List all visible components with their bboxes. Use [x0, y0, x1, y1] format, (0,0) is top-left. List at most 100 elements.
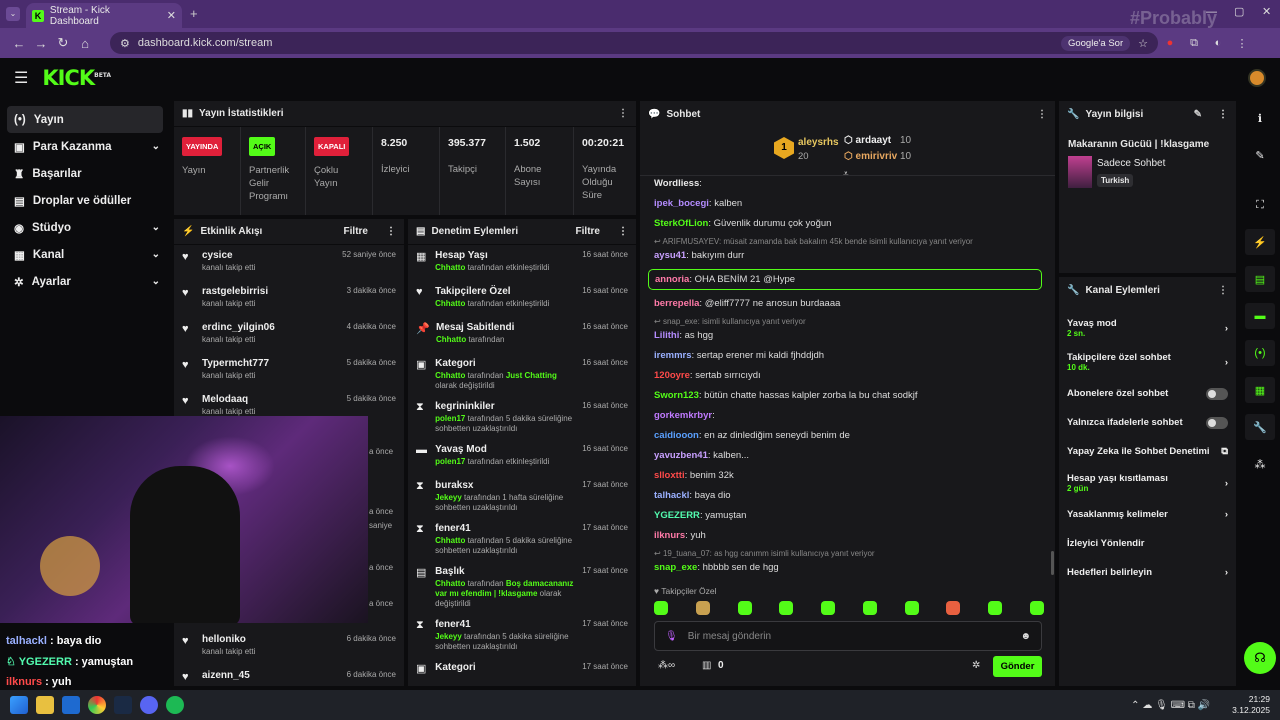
- document-icon[interactable]: ▤: [1245, 266, 1275, 292]
- sidebar-item-basarilar[interactable]: ♜ Başarılar: [0, 160, 170, 187]
- channel-action-row[interactable]: Hesap yaşı kısıtlaması 2 gün ›: [1059, 466, 1236, 500]
- chat-username[interactable]: 120oyre: [654, 370, 690, 381]
- more-options-icon[interactable]: ⋮: [1037, 109, 1047, 120]
- emote-icon[interactable]: [779, 601, 794, 615]
- mod-actor[interactable]: Chhatto: [435, 579, 465, 588]
- forward-icon[interactable]: →: [30, 36, 52, 51]
- leader-name[interactable]: ardaayt: [856, 135, 892, 146]
- emote-icon[interactable]: [862, 601, 877, 615]
- feed-user[interactable]: cysice: [202, 250, 255, 261]
- emote-icon[interactable]: [695, 601, 710, 615]
- channel-action-row[interactable]: Yalnızca ifadelerle sohbet: [1059, 408, 1236, 437]
- url-input[interactable]: ⚙ dashboard.kick.com/stream Google'a Sor…: [110, 32, 1158, 54]
- file-explorer-icon[interactable]: [36, 696, 54, 714]
- chat-username[interactable]: iremmrs: [654, 350, 692, 361]
- close-window-icon[interactable]: ✕: [1262, 5, 1271, 18]
- emote-icon[interactable]: [946, 601, 961, 615]
- channel-action-row[interactable]: Yasaklanmış kelimeler ›: [1059, 500, 1236, 529]
- maximize-icon[interactable]: ▢: [1234, 5, 1244, 18]
- hamburger-menu-icon[interactable]: ☰: [14, 68, 28, 88]
- channel-action-row[interactable]: Abonelere özel sohbet: [1059, 379, 1236, 408]
- chat-username[interactable]: aysu41: [654, 250, 686, 261]
- microphone-icon[interactable]: 🎙: [665, 631, 678, 642]
- chrome-icon[interactable]: [88, 696, 106, 714]
- steam-icon[interactable]: [114, 696, 132, 714]
- edit-icon[interactable]: ✎: [1245, 142, 1275, 168]
- new-tab-icon[interactable]: +: [190, 6, 198, 21]
- emote-icon[interactable]: [737, 601, 752, 615]
- feed-user[interactable]: helloniko: [202, 634, 255, 645]
- bookmark-icon[interactable]: ☆: [1138, 37, 1148, 50]
- back-icon[interactable]: ←: [8, 36, 30, 51]
- leader-name[interactable]: emirivriv: [856, 151, 898, 162]
- tab-menu-icon[interactable]: ⌄: [6, 7, 20, 21]
- browser-menu-icon[interactable]: ⋮: [1230, 37, 1254, 50]
- extension-icon[interactable]: ●: [1158, 37, 1182, 49]
- send-button[interactable]: Gönder: [993, 656, 1042, 677]
- feed-user[interactable]: Melodaaq: [202, 394, 255, 405]
- toggle-switch[interactable]: [1206, 416, 1228, 429]
- mod-actor[interactable]: Chhatto: [435, 536, 465, 545]
- discord-icon[interactable]: [140, 696, 158, 714]
- chat-scrollbar[interactable]: [1051, 551, 1054, 575]
- channel-action-row[interactable]: İzleyici Yönlendir: [1059, 529, 1236, 558]
- chat-username[interactable]: yavuzben41: [654, 450, 708, 461]
- chat-username[interactable]: Sworn123: [654, 390, 699, 401]
- emote-icon[interactable]: [821, 601, 836, 615]
- mod-actor[interactable]: Jekeyy: [435, 493, 462, 502]
- channel-action-row[interactable]: Yapay Zeka ile Sohbet Denetimi ⧉: [1059, 437, 1236, 466]
- emote-icon[interactable]: [1029, 601, 1044, 615]
- mod-actor[interactable]: polen17: [435, 414, 465, 423]
- chat-username[interactable]: slloxtti: [654, 470, 685, 481]
- feed-user[interactable]: erdinc_yilgin06: [202, 322, 275, 333]
- broadcast-icon[interactable]: (•): [1245, 340, 1275, 366]
- points-icon[interactable]: ⁂∞: [658, 660, 675, 671]
- mod-actor[interactable]: Chhatto: [435, 299, 465, 308]
- chat-username[interactable]: annoria: [655, 274, 689, 285]
- mod-actor[interactable]: Chhatto: [435, 263, 465, 272]
- chat-username[interactable]: SterkOfLion: [654, 218, 708, 229]
- chat-username[interactable]: ilknurs: [654, 530, 685, 541]
- layout-icon[interactable]: ▦: [1245, 377, 1275, 403]
- sidebar-item-ayarlar[interactable]: ✲ Ayarlar ⌄: [0, 268, 170, 295]
- mod-actor[interactable]: Chhatto: [436, 335, 466, 344]
- add-panel-icon[interactable]: ⁂: [1245, 451, 1275, 477]
- chat-username[interactable]: Lilithi: [654, 330, 679, 341]
- chat-icon[interactable]: ▬: [1245, 303, 1275, 329]
- feed-user[interactable]: Typermcht777: [202, 358, 269, 369]
- emote-icon[interactable]: [654, 601, 668, 615]
- filter-button[interactable]: Filtre: [576, 226, 600, 237]
- minimize-icon[interactable]: —: [1206, 6, 1217, 18]
- chat-username[interactable]: YGEZERR: [654, 510, 700, 521]
- chat-username[interactable]: talhackl: [654, 490, 689, 501]
- more-options-icon[interactable]: ⋮: [1218, 285, 1228, 296]
- channel-action-row[interactable]: Hedefleri belirleyin ›: [1059, 558, 1236, 587]
- leader-name[interactable]: aleysrhs: [798, 137, 839, 148]
- sidebar-item-kanal[interactable]: ▦ Kanal ⌄: [0, 241, 170, 268]
- wrench-icon[interactable]: 🔧: [1245, 414, 1275, 440]
- chat-username[interactable]: berrepella: [654, 298, 699, 309]
- site-info-icon[interactable]: ⚙: [120, 37, 130, 50]
- clock[interactable]: 21:29 3.12.2025: [1232, 694, 1270, 716]
- google-search-chip[interactable]: Google'a Sor: [1060, 35, 1131, 51]
- fullscreen-icon[interactable]: ⛶: [1245, 192, 1275, 218]
- profile-avatar-icon[interactable]: ◐: [1206, 37, 1230, 49]
- feed-user[interactable]: aizenn_45: [202, 670, 250, 681]
- more-options-icon[interactable]: ⋮: [618, 226, 628, 237]
- chat-username[interactable]: snap_exe: [654, 562, 697, 573]
- tray-icons[interactable]: ⌃ ☁ 🎙 ⌨ ⧉ 🔊: [1131, 700, 1210, 711]
- edit-icon[interactable]: ✎: [1194, 109, 1202, 120]
- extensions-puzzle-icon[interactable]: ⧉: [1182, 37, 1206, 50]
- emote-icon[interactable]: [988, 601, 1003, 615]
- emote-icon[interactable]: [904, 601, 919, 615]
- category-name[interactable]: Sadece Sohbet: [1097, 158, 1165, 169]
- chat-username[interactable]: Wordliess: [654, 178, 699, 189]
- chat-username[interactable]: ipek_bocegi: [654, 198, 709, 209]
- mod-actor[interactable]: Jekeyy: [435, 632, 462, 641]
- filter-button[interactable]: Filtre: [344, 226, 368, 237]
- chat-input[interactable]: 🎙 Bir mesaj gönderin ☻: [654, 621, 1042, 651]
- more-options-icon[interactable]: ⋮: [1218, 109, 1228, 120]
- lightning-icon[interactable]: ⚡: [1245, 229, 1275, 255]
- mod-actor[interactable]: Chhatto: [435, 371, 465, 380]
- mod-actor[interactable]: polen17: [435, 457, 465, 466]
